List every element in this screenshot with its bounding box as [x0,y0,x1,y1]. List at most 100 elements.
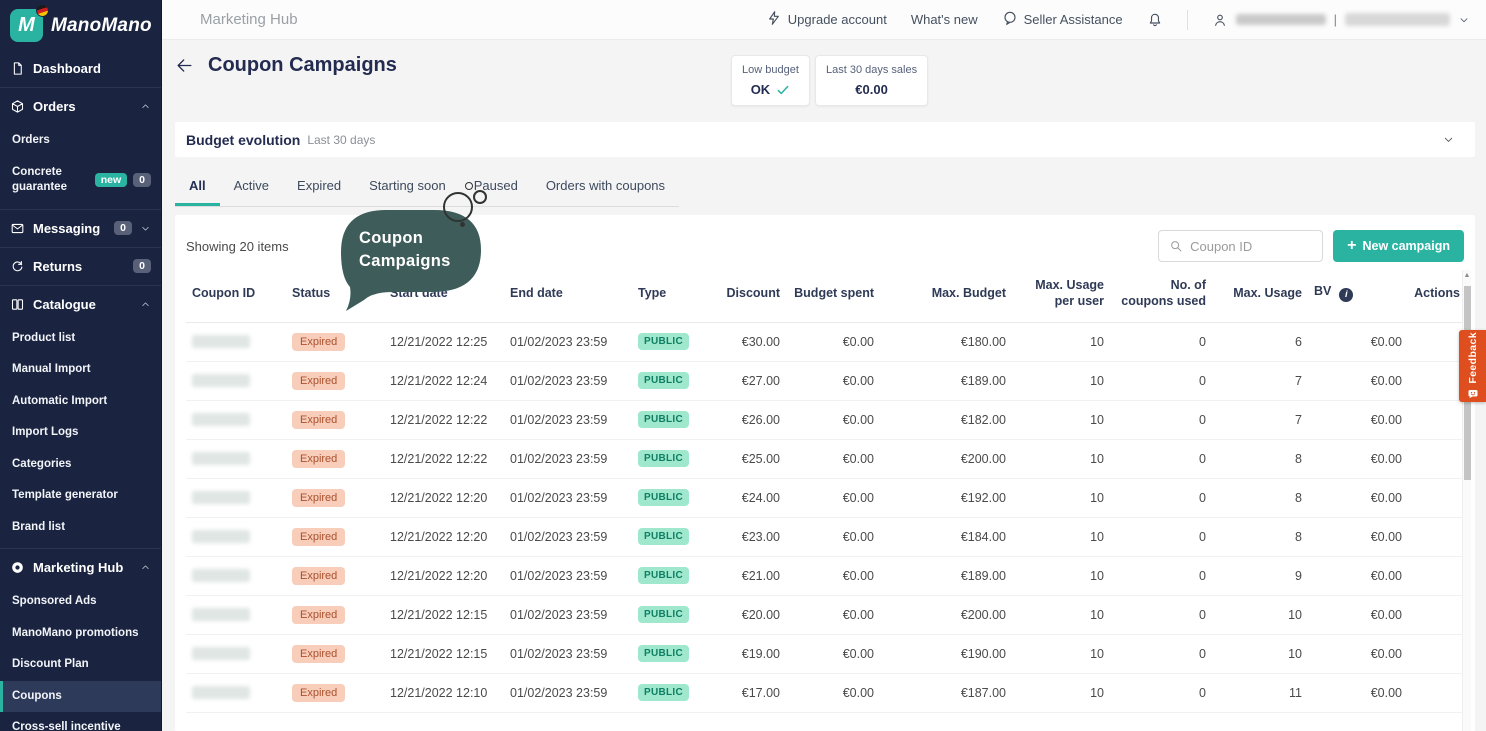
orders-icon [10,99,25,114]
sidebar-subitem-product-list[interactable]: Product list [0,323,161,355]
max-usage-cell: 10 [1212,595,1308,634]
coupons-used-cell: 0 [1110,517,1212,556]
column-header-budget-spent: Budget spent [786,270,880,322]
tab-orders-with-coupons[interactable]: Orders with coupons [532,167,679,206]
chat-bubble-icon [1002,10,1018,29]
upgrade-account-button[interactable]: Upgrade account [766,10,887,29]
max-usage-cell: 8 [1212,478,1308,517]
discount-cell: €30.00 [694,322,786,361]
table-row: Expired12/21/2022 12:2001/02/2023 23:59P… [186,478,1466,517]
coupon-id-cell [186,400,286,439]
notifications-bell-icon[interactable] [1147,12,1163,28]
feedback-button[interactable]: Feedback [1459,330,1486,402]
coupon-id-redacted [192,530,250,543]
column-header-start-date: Start date [384,270,504,322]
type-cell: PUBLIC [632,322,694,361]
status-cell: Expired [286,322,384,361]
type-cell: PUBLIC [632,634,694,673]
tab-expired[interactable]: Expired [283,167,355,206]
sidebar-subitem-brand-list[interactable]: Brand list [0,512,161,544]
lightning-icon [766,10,782,29]
sidebar-subitem-manual-import[interactable]: Manual Import [0,354,161,386]
seller-assistance-button[interactable]: Seller Assistance [1002,10,1123,29]
actions-cell [1408,439,1466,478]
page-header: Coupon Campaigns Low budget OK Last 30 d… [175,40,1475,122]
discount-cell: €26.00 [694,400,786,439]
tab-active[interactable]: Active [220,167,283,206]
sidebar-subitem-sponsored-ads[interactable]: Sponsored Ads [0,586,161,618]
sidebar-subitem-cross-sell-incentive[interactable]: Cross-sell incentive [0,712,161,731]
coupon-id-redacted [192,569,250,582]
start-cell: 12/21/2022 12:22 [384,400,504,439]
coupons-used-cell: 0 [1110,634,1212,673]
coupon-id-cell [186,634,286,673]
type-badge: PUBLIC [638,450,689,467]
actions-cell [1408,517,1466,556]
sidebar-subitem-orders[interactable]: Orders [0,125,161,157]
max-usage-cell: 8 [1212,439,1308,478]
max-usage-per-user-cell: 10 [1012,556,1110,595]
coupons-used-cell: 0 [1110,673,1212,712]
coupon-id-cell [186,517,286,556]
bv-cell: €0.00 [1308,595,1408,634]
sidebar-item-dashboard[interactable]: Dashboard [0,50,161,87]
start-cell: 12/21/2022 12:10 [384,673,504,712]
bv-cell: €0.00 [1308,361,1408,400]
sidebar-subitem-concrete-guarantee[interactable]: Concrete guaranteenew0 [0,157,161,204]
person-icon [1212,12,1228,28]
max-budget-cell: €189.00 [880,556,1012,595]
sidebar-item-catalogue[interactable]: Catalogue [0,286,161,323]
budget-spent-cell: €0.00 [786,556,880,595]
sidebar-item-orders[interactable]: Orders [0,88,161,125]
sidebar-item-returns[interactable]: Returns0 [0,248,161,285]
sidebar-item-marketing-hub[interactable]: Marketing Hub [0,549,161,586]
sidebar-item-messaging[interactable]: Messaging0 [0,210,161,247]
coupon-id-cell [186,595,286,634]
column-header-no-of-coupons-used: No. of coupons used [1110,270,1212,322]
sidebar-subitem-template-generator[interactable]: Template generator [0,480,161,512]
whats-new-button[interactable]: What's new [911,12,978,27]
type-cell: PUBLIC [632,556,694,595]
user-menu[interactable]: | [1212,12,1470,28]
max-usage-cell: 9 [1212,556,1308,595]
sidebar-subitem-import-logs[interactable]: Import Logs [0,417,161,449]
table-row: Expired12/21/2022 12:2001/02/2023 23:59P… [186,556,1466,595]
discount-cell: €24.00 [694,478,786,517]
max-usage-per-user-cell: 10 [1012,634,1110,673]
status-cell: Expired [286,673,384,712]
type-cell: PUBLIC [632,595,694,634]
coupon-id-redacted [192,374,250,387]
start-cell: 12/21/2022 12:24 [384,361,504,400]
bv-cell: €0.00 [1308,400,1408,439]
budget-spent-cell: €0.00 [786,478,880,517]
type-badge: PUBLIC [638,567,689,584]
sidebar-subitem-manomano-promotions[interactable]: ManoMano promotions [0,618,161,650]
sidebar-subitem-categories[interactable]: Categories [0,449,161,481]
status-badge: Expired [292,684,345,702]
end-cell: 01/02/2023 23:59 [504,478,632,517]
company-name-redacted [1345,13,1450,26]
decorative-dot-icon [460,222,465,227]
app-logo[interactable]: M ManoMano [0,0,161,50]
chevron-down-icon[interactable] [1442,133,1455,146]
decorative-bubble-icon [443,192,473,222]
budget-spent-cell: €0.00 [786,400,880,439]
back-button[interactable] [175,56,194,75]
budget-spent-cell: €0.00 [786,517,880,556]
scroll-up-arrow[interactable]: ▲ [1463,270,1471,281]
new-badge: new [95,173,127,187]
sidebar-subitem-coupons[interactable]: Coupons [0,681,161,713]
table-row: Expired12/21/2022 12:2401/02/2023 23:59P… [186,361,1466,400]
page-content: Coupon Campaigns Low budget OK Last 30 d… [162,40,1486,731]
tab-all[interactable]: All [175,167,220,206]
sidebar-subitem-automatic-import[interactable]: Automatic Import [0,386,161,418]
info-icon[interactable]: i [1339,288,1353,302]
column-header-end-date: End date [504,270,632,322]
coupon-search-input[interactable] [1190,239,1312,254]
budget-evolution-accordion[interactable]: Budget evolution Last 30 days [175,122,1475,157]
status-cell: Expired [286,439,384,478]
sidebar-subitem-discount-plan[interactable]: Discount Plan [0,649,161,681]
bv-cell: €0.00 [1308,322,1408,361]
end-cell: 01/02/2023 23:59 [504,634,632,673]
new-campaign-button[interactable]: + New campaign [1333,230,1464,262]
